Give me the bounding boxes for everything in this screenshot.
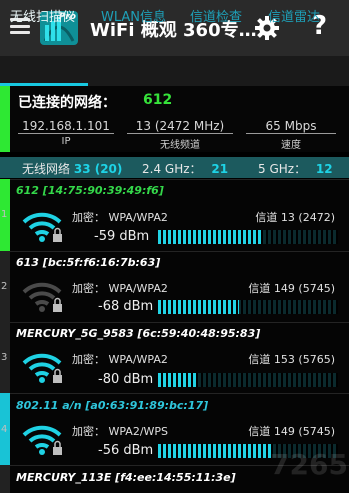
band-24ghz: 2.4 GHz： 21 xyxy=(142,160,228,177)
ip-label: IP xyxy=(61,136,71,147)
encryption-label: 加密： xyxy=(72,425,105,438)
network-side-marker xyxy=(0,465,10,493)
signal-meter-fill xyxy=(158,444,272,458)
tab-bar xyxy=(0,56,349,86)
speed-value: 65 Mbps xyxy=(265,119,317,133)
ip-value: 192.168.1.101 xyxy=(22,119,110,133)
speed-label: 速度 xyxy=(281,140,301,151)
tab-channel-check[interactable]: 信道检查 xyxy=(190,6,242,25)
encryption-value: WPA/WPA2 xyxy=(108,282,168,295)
divider xyxy=(18,133,114,134)
encryption: 加密： WPA/WPA2 xyxy=(72,209,168,225)
wifi-lock-icon xyxy=(22,280,66,314)
signal-meter-fill xyxy=(158,300,239,314)
signal-meter xyxy=(158,300,338,314)
network-title: 802.11 a/n [a0:63:91:89:bc:17] xyxy=(16,399,209,412)
band-5ghz-label: 5 GHz： xyxy=(258,162,307,176)
band-total-label: 无线网络 xyxy=(22,162,71,176)
network-title: 612 [14:75:90:39:49:f6] xyxy=(16,184,164,197)
wifi-lock-icon xyxy=(22,351,66,385)
signal-meter xyxy=(158,373,338,387)
connected-network-name: 612 xyxy=(143,92,173,108)
encryption: 加密： WPA/WPA2 xyxy=(72,280,168,296)
signal-dbm: -59 dBm xyxy=(94,229,150,244)
network-channel: 信道 13 (2472) xyxy=(255,211,335,224)
network-channel: 信道 153 (5765) xyxy=(248,353,335,366)
band-5ghz-count: 12 xyxy=(315,162,333,176)
divider xyxy=(246,133,336,134)
signal-meter-fill xyxy=(158,230,263,244)
connected-label: 已连接的网络： xyxy=(18,95,116,111)
network-title: MERCURY_5G_9583 [6c:59:40:48:95:83] xyxy=(16,327,261,340)
connected-indicator xyxy=(0,86,10,152)
encryption-label: 加密： xyxy=(72,282,105,295)
network-channel: 信道 149 (5745) xyxy=(248,282,335,295)
tab-wifi-scanner[interactable]: 无线扫描仪 xyxy=(10,6,75,25)
tab-channel-radar[interactable]: 信道雷达 xyxy=(268,6,320,25)
encryption-value: WPA2/WPS xyxy=(108,425,169,438)
encryption-label: 加密： xyxy=(72,353,105,366)
channel-value: 13 (2472 MHz) xyxy=(135,119,225,133)
band-total-count: 33 (20) xyxy=(73,162,123,176)
network-index: 4 xyxy=(1,424,8,435)
encryption-label: 加密： xyxy=(72,211,105,224)
network-index: 2 xyxy=(1,281,8,292)
tab-wlan-info[interactable]: WLAN信息 xyxy=(101,6,166,25)
watermark: 7265 xyxy=(270,448,348,481)
encryption-value: WPA/WPA2 xyxy=(108,353,168,366)
network-channel: 信道 149 (5745) xyxy=(248,425,335,438)
signal-meter-fill xyxy=(158,373,196,387)
signal-dbm: -80 dBm xyxy=(98,372,154,387)
wifi-lock-icon xyxy=(22,423,66,457)
band-5ghz: 5 GHz： 12 xyxy=(258,160,333,177)
channel-label: 无线频道 xyxy=(160,140,200,151)
network-index: 1 xyxy=(1,209,8,220)
encryption: 加密： WPA2/WPS xyxy=(72,423,168,439)
signal-meter xyxy=(158,230,338,244)
network-title: 613 [bc:5f:f6:16:7b:63] xyxy=(16,256,161,269)
signal-dbm: -68 dBm xyxy=(98,299,154,314)
network-index: 3 xyxy=(1,352,8,363)
band-24ghz-label: 2.4 GHz： xyxy=(142,162,202,176)
divider xyxy=(127,133,233,134)
encryption: 加密： WPA/WPA2 xyxy=(72,351,168,367)
network-title: MERCURY_113E [f4:ee:14:55:11:3e] xyxy=(16,471,236,484)
band-total: 无线网络 33 (20) xyxy=(22,160,122,177)
encryption-value: WPA/WPA2 xyxy=(108,211,168,224)
band-24ghz-count: 21 xyxy=(211,162,229,176)
wifi-lock-icon xyxy=(22,210,66,244)
signal-dbm: -56 dBm xyxy=(98,443,154,458)
